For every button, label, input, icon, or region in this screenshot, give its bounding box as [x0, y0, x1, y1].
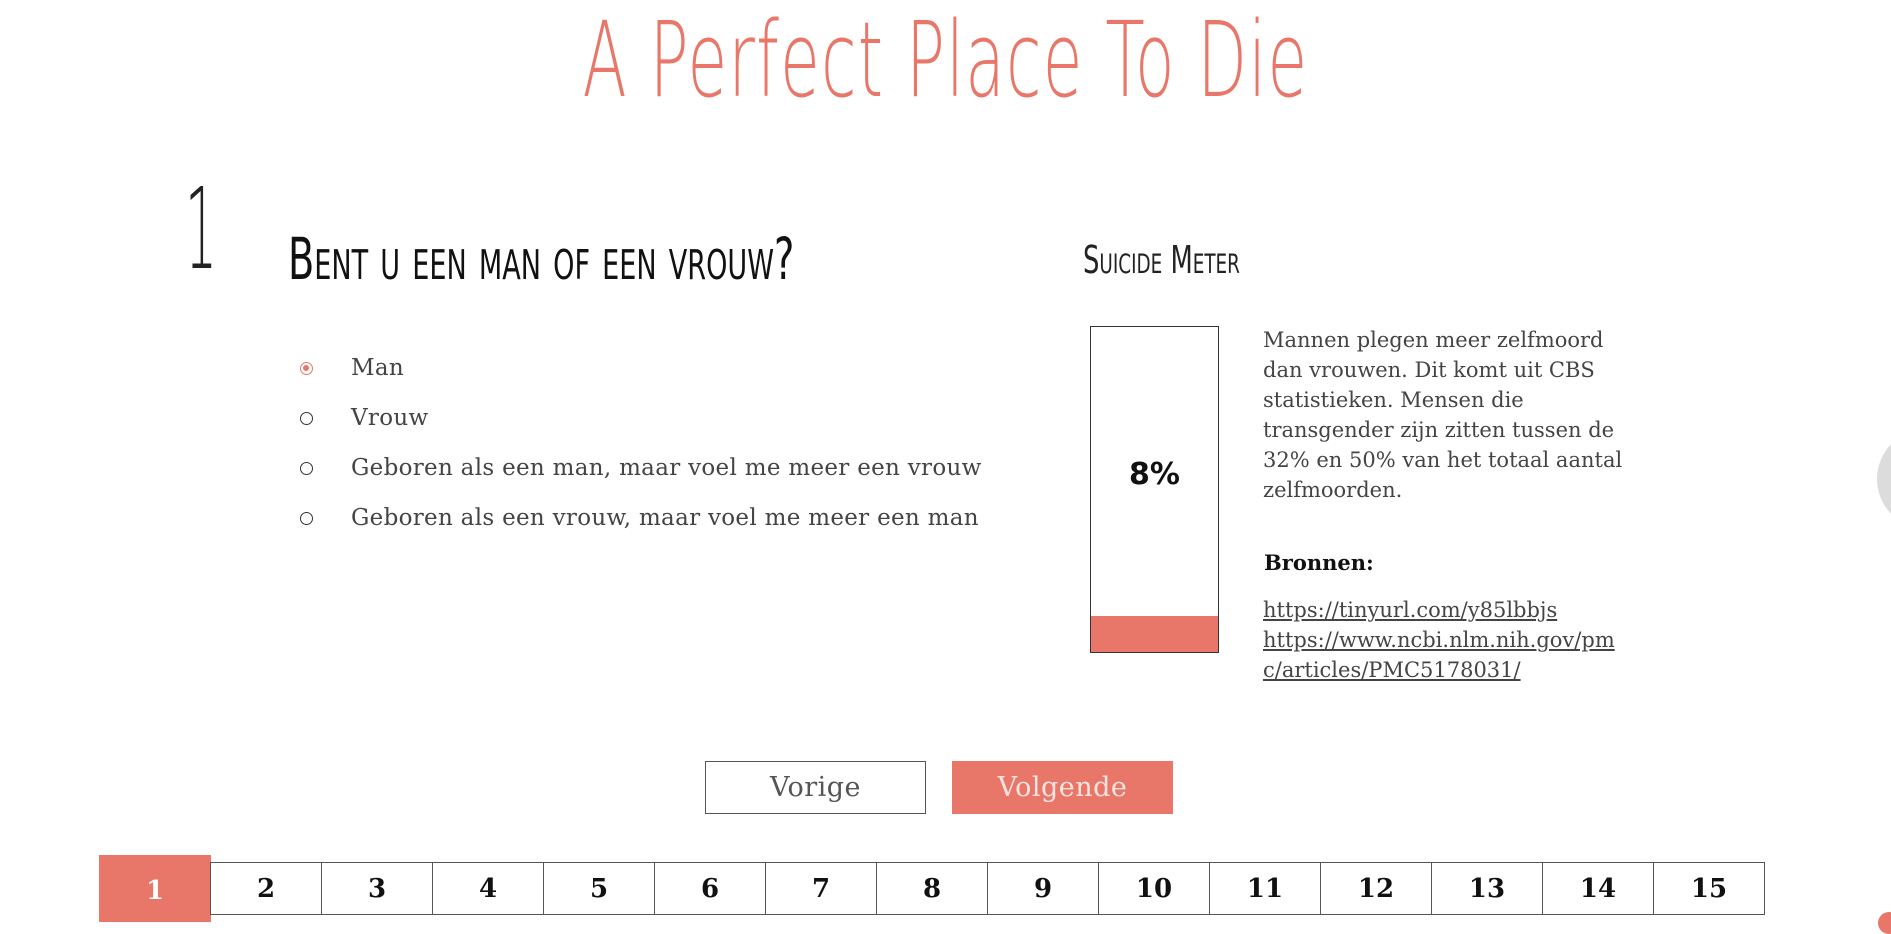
question-text: Bent u een man of een vrouw?: [288, 225, 795, 293]
page-10[interactable]: 10: [1098, 862, 1210, 915]
source-link[interactable]: https://www.ncbi.nlm.nih.gov/pmc/article…: [1263, 625, 1623, 685]
page-1[interactable]: 1: [99, 855, 211, 922]
option-man[interactable]: Man: [300, 343, 982, 393]
next-button[interactable]: Volgende: [952, 761, 1173, 814]
meter-fill: [1091, 616, 1218, 652]
page-6[interactable]: 6: [654, 862, 766, 915]
radio-button[interactable]: [300, 461, 313, 475]
option-born-woman-feel-man[interactable]: Geboren als een vrouw, maar voel me meer…: [300, 493, 982, 543]
option-born-man-feel-woman[interactable]: Geboren als een man, maar voel me meer e…: [300, 443, 982, 493]
page-2[interactable]: 2: [210, 862, 322, 915]
corner-dot: [1878, 912, 1891, 934]
page-14[interactable]: 14: [1542, 862, 1654, 915]
page-13[interactable]: 13: [1431, 862, 1543, 915]
radio-button[interactable]: [300, 411, 313, 425]
side-scroll-handle[interactable]: [1877, 429, 1891, 529]
page-title: A Perfect Place To Die: [582, 0, 1309, 121]
page-7[interactable]: 7: [765, 862, 877, 915]
page-15[interactable]: 15: [1653, 862, 1765, 915]
page-4[interactable]: 4: [432, 862, 544, 915]
suicide-meter: 8%: [1090, 326, 1219, 653]
sources-heading: Bronnen:: [1264, 550, 1374, 575]
meter-explanation: Mannen plegen meer zelfmoord dan vrouwen…: [1263, 328, 1623, 502]
question-pager: 1 2 3 4 5 6 7 8 9 10 11 12 13 14 15: [99, 855, 1765, 922]
page-9[interactable]: 9: [987, 862, 1099, 915]
page-5[interactable]: 5: [543, 862, 655, 915]
option-label: Geboren als een vrouw, maar voel me meer…: [351, 505, 979, 531]
radio-button[interactable]: [300, 511, 313, 525]
sources-list: https://tinyurl.com/y85lbbjs https://www…: [1263, 595, 1623, 685]
question-number: 1: [185, 165, 218, 295]
answer-options: Man Vrouw Geboren als een man, maar voel…: [300, 343, 982, 543]
meter-value: 8%: [1129, 457, 1180, 492]
meter-title: Suicide Meter: [1083, 238, 1240, 282]
page-11[interactable]: 11: [1209, 862, 1321, 915]
radio-button-selected[interactable]: [300, 361, 313, 375]
source-link[interactable]: https://tinyurl.com/y85lbbjs: [1263, 595, 1623, 625]
page-12[interactable]: 12: [1320, 862, 1432, 915]
page-8[interactable]: 8: [876, 862, 988, 915]
option-label: Man: [351, 355, 404, 381]
page-3[interactable]: 3: [321, 862, 433, 915]
option-label: Vrouw: [351, 405, 429, 431]
previous-button[interactable]: Vorige: [705, 761, 926, 814]
option-vrouw[interactable]: Vrouw: [300, 393, 982, 443]
option-label: Geboren als een man, maar voel me meer e…: [351, 455, 982, 481]
